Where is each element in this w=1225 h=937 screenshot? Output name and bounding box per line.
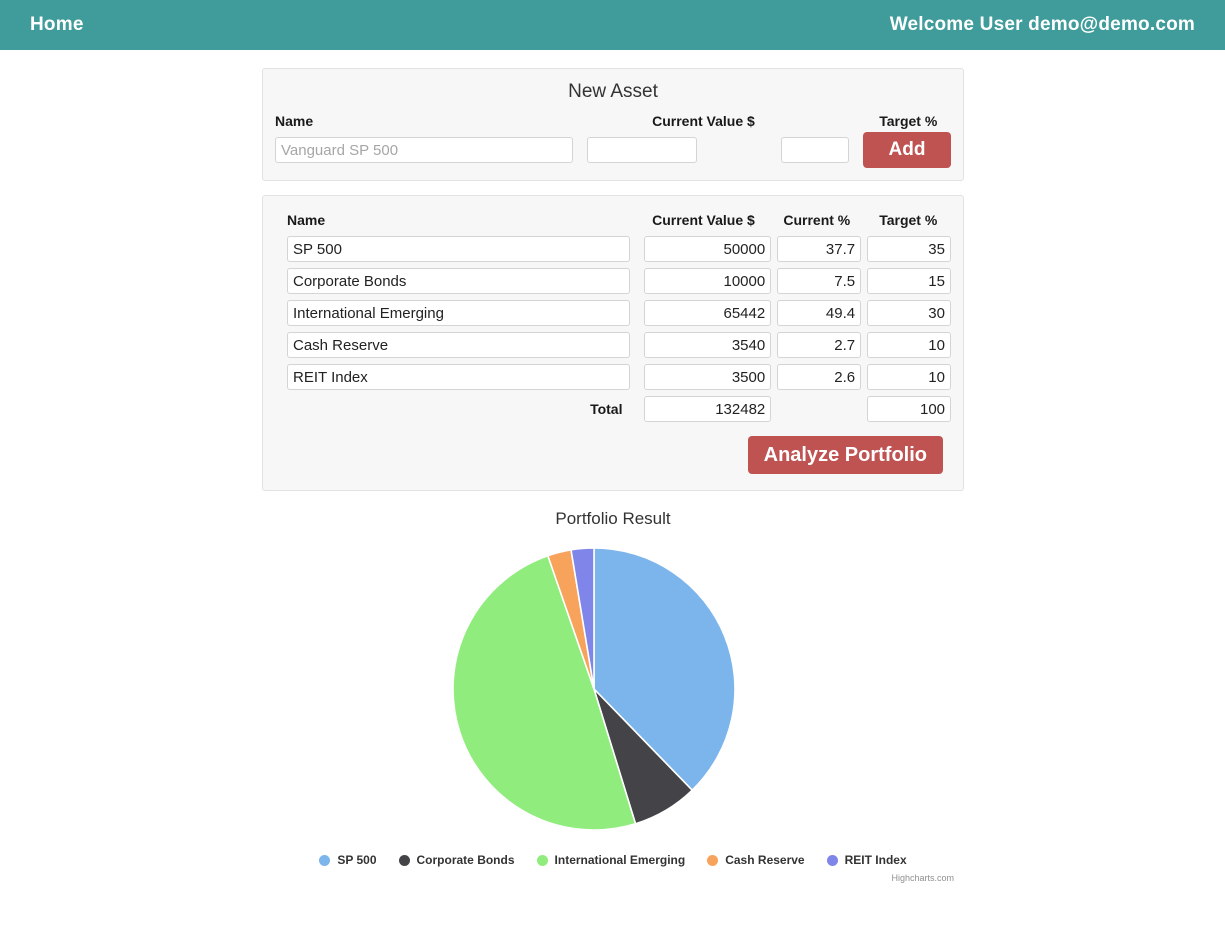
nav-home-link[interactable]: Home xyxy=(30,14,84,36)
total-target-pct xyxy=(867,396,952,422)
legend-color-dot-icon xyxy=(536,854,548,866)
table-row xyxy=(275,268,951,294)
row-target-pct-input[interactable] xyxy=(867,364,951,390)
legend-color-dot-icon xyxy=(398,854,410,866)
row-current-pct-input[interactable] xyxy=(777,300,862,326)
add-asset-button[interactable]: Add xyxy=(863,132,951,168)
analyze-row: Analyze Portfolio xyxy=(275,430,951,478)
legend-label: International Emerging xyxy=(554,853,686,867)
table-row xyxy=(275,236,951,262)
nav-welcome-user: Welcome User demo@demo.com xyxy=(889,14,1195,35)
chart-legend: SP 500 Corporate Bonds International Emerg… xyxy=(262,853,964,867)
header-current-pct: Current % xyxy=(783,212,851,228)
legend-color-dot-icon xyxy=(707,854,719,866)
top-navbar: Home Welcome User demo@demo.com xyxy=(0,0,1225,50)
content-column: New Asset Name Current Value $ Target % xyxy=(262,68,964,491)
header-name: Name xyxy=(287,212,326,228)
row-current-value-input[interactable] xyxy=(644,236,772,262)
portfolio-panel: Name Current Value $ Current % Target % xyxy=(262,195,964,491)
row-target-pct-input[interactable] xyxy=(867,300,951,326)
legend-color-dot-icon xyxy=(826,854,838,866)
row-name-input[interactable] xyxy=(287,332,631,358)
header-current-value: Current Value $ xyxy=(652,212,755,228)
row-current-pct-input[interactable] xyxy=(777,236,862,262)
legend-label: REIT Index xyxy=(844,853,907,867)
row-current-pct-input[interactable] xyxy=(777,364,862,390)
table-row xyxy=(275,332,951,358)
page-body: New Asset Name Current Value $ Target % xyxy=(0,50,1225,883)
row-name-input[interactable] xyxy=(287,236,631,262)
table-row xyxy=(275,364,951,390)
row-name-input[interactable] xyxy=(287,268,631,294)
row-current-value-input[interactable] xyxy=(644,332,772,358)
portfolio-table-header: Name Current Value $ Current % Target % xyxy=(275,206,951,234)
pie-chart-svg[interactable] xyxy=(453,539,773,839)
legend-item[interactable]: REIT Index xyxy=(826,853,907,867)
new-asset-labels-row: Name Current Value $ Target % xyxy=(275,113,951,129)
legend-color-dot-icon xyxy=(319,854,331,866)
new-asset-panel: New Asset Name Current Value $ Target % xyxy=(262,68,964,181)
label-name: Name xyxy=(275,113,314,129)
row-current-pct-input[interactable] xyxy=(777,268,862,294)
chart-title: Portfolio Result xyxy=(555,509,671,528)
row-current-pct-input[interactable] xyxy=(777,332,862,358)
new-asset-title: New Asset xyxy=(568,81,658,102)
portfolio-chart: Portfolio Result SP 500 Corporate Bonds In… xyxy=(262,503,964,883)
highcharts-credits[interactable]: Highcharts.com xyxy=(262,873,964,883)
label-target-pct: Target % xyxy=(879,113,938,129)
row-current-value-input[interactable] xyxy=(644,300,772,326)
legend-item[interactable]: Cash Reserve xyxy=(707,853,805,867)
legend-label: Corporate Bonds xyxy=(416,853,515,867)
new-asset-inputs-row: Add xyxy=(275,132,951,168)
legend-item[interactable]: SP 500 xyxy=(319,853,377,867)
total-row: Total xyxy=(275,396,952,422)
row-current-value-input[interactable] xyxy=(644,268,772,294)
new-asset-target-pct-input[interactable] xyxy=(781,137,849,163)
row-name-input[interactable] xyxy=(287,300,631,326)
legend-label: SP 500 xyxy=(337,853,377,867)
label-current-value: Current Value $ xyxy=(652,113,755,129)
new-asset-name-input[interactable] xyxy=(275,137,573,163)
legend-item[interactable]: International Emerging xyxy=(536,853,686,867)
row-current-value-input[interactable] xyxy=(644,364,772,390)
legend-label: Cash Reserve xyxy=(725,853,805,867)
row-target-pct-input[interactable] xyxy=(867,268,951,294)
analyze-portfolio-button[interactable]: Analyze Portfolio xyxy=(747,436,943,474)
total-current-value xyxy=(644,396,772,422)
new-asset-current-value-input[interactable] xyxy=(586,137,697,163)
total-label: Total xyxy=(590,401,623,417)
table-row xyxy=(275,300,951,326)
row-name-input[interactable] xyxy=(287,364,631,390)
legend-item[interactable]: Corporate Bonds xyxy=(398,853,515,867)
pie-chart-wrap xyxy=(262,539,964,839)
row-target-pct-input[interactable] xyxy=(867,332,951,358)
header-target-pct: Target % xyxy=(879,212,938,228)
row-target-pct-input[interactable] xyxy=(867,236,951,262)
